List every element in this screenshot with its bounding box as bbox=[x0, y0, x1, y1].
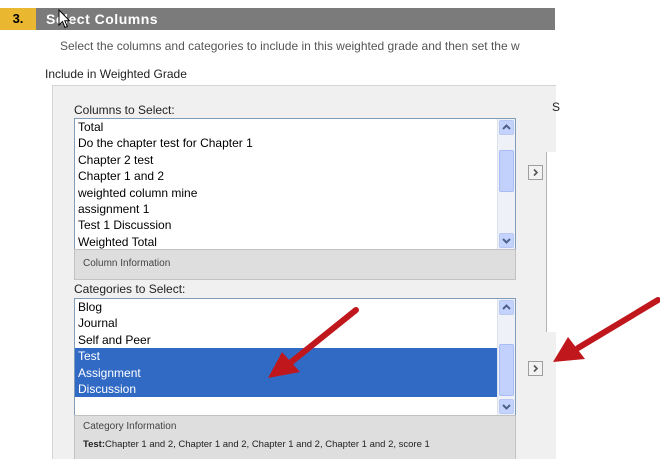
columns-scroll-thumb[interactable] bbox=[499, 150, 514, 192]
add-column-button[interactable] bbox=[528, 165, 543, 180]
selected-items-header: S bbox=[552, 100, 561, 114]
category-option[interactable]: Self and Peer bbox=[75, 332, 515, 348]
categories-listbox[interactable]: Blog Journal Self and Peer Test Assignment Di… bbox=[74, 298, 516, 416]
column-option[interactable]: weighted column mine bbox=[75, 185, 515, 201]
category-detail-value: Chapter 1 and 2, Chapter 1 and 2, Chapte… bbox=[105, 439, 430, 450]
category-detail-key: Test: bbox=[83, 439, 105, 450]
categories-scrollbar[interactable] bbox=[497, 299, 515, 415]
scroll-up-arrow-icon[interactable] bbox=[499, 300, 514, 315]
categories-scroll-thumb[interactable] bbox=[499, 344, 514, 396]
column-option[interactable]: Test 1 Discussion bbox=[75, 217, 515, 233]
column-option[interactable]: Chapter 2 test bbox=[75, 152, 515, 168]
category-option[interactable]: Journal bbox=[75, 315, 515, 331]
columns-listbox[interactable]: Total Do the chapter test for Chapter 1 Ch… bbox=[74, 118, 516, 250]
category-information-label: Category Information bbox=[83, 421, 177, 432]
column-option[interactable]: Weighted Total bbox=[75, 234, 515, 249]
chevron-right-icon bbox=[533, 364, 539, 373]
scroll-up-arrow-icon[interactable] bbox=[499, 120, 514, 135]
chevron-right-icon bbox=[533, 168, 539, 177]
column-information-label: Column Information bbox=[83, 258, 171, 269]
add-category-button[interactable] bbox=[528, 361, 543, 376]
step-number: 3. bbox=[0, 8, 36, 30]
column-option[interactable]: assignment 1 bbox=[75, 201, 515, 217]
column-information-box: Column Information bbox=[74, 249, 516, 280]
step-header-bar: 3. Select Columns bbox=[0, 8, 555, 30]
selected-items-list bbox=[546, 152, 556, 332]
category-information-box: Category Information Test:Chapter 1 and … bbox=[74, 415, 516, 459]
columns-scrollbar[interactable] bbox=[497, 119, 515, 249]
categories-to-select-label: Categories to Select: bbox=[74, 282, 186, 296]
columns-to-select-label: Columns to Select: bbox=[74, 103, 175, 117]
column-option[interactable]: Total bbox=[75, 119, 515, 135]
scroll-down-arrow-icon[interactable] bbox=[499, 399, 514, 414]
step-instructions: Select the columns and categories to inc… bbox=[60, 39, 520, 53]
scroll-down-arrow-icon[interactable] bbox=[499, 233, 514, 248]
include-in-weighted-grade-label: Include in Weighted Grade bbox=[45, 67, 187, 81]
column-option[interactable]: Chapter 1 and 2 bbox=[75, 168, 515, 184]
category-option[interactable]: Discussion bbox=[75, 380, 515, 398]
category-information-detail: Test:Chapter 1 and 2, Chapter 1 and 2, C… bbox=[83, 439, 430, 450]
category-option[interactable]: Test bbox=[75, 348, 515, 365]
annotation-arrow-icon bbox=[553, 297, 660, 362]
column-option[interactable]: Do the chapter test for Chapter 1 bbox=[75, 135, 515, 151]
category-option[interactable]: Assignment bbox=[75, 364, 515, 381]
category-option[interactable]: Blog bbox=[75, 299, 515, 315]
mouse-cursor-icon bbox=[58, 9, 71, 29]
